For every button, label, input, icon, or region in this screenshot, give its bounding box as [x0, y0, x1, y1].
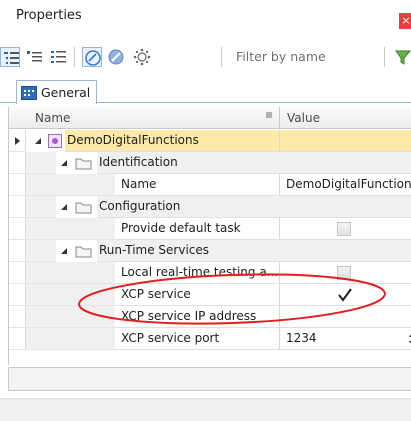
indent	[26, 284, 115, 306]
current-row-icon	[15, 137, 20, 145]
categorized-view-icon	[4, 52, 19, 64]
row-indicator	[9, 306, 26, 328]
tree-row-identification[interactable]: Identification	[9, 152, 411, 174]
property-row-xcp-ip[interactable]: XCP service IP address	[9, 306, 411, 328]
root-label: DemoDigitalFunctions	[65, 130, 280, 152]
group-label: Identification	[97, 152, 411, 174]
folder-icon	[75, 202, 92, 214]
group-label: Configuration	[97, 196, 411, 218]
tree-row-runtime-services[interactable]: Run-Time Services	[9, 240, 411, 262]
filter-input[interactable]: Filter by name	[228, 45, 378, 69]
default-task-checkbox[interactable]	[337, 222, 351, 236]
indent	[26, 306, 115, 328]
tab-label: General	[41, 85, 91, 100]
show-properties-icon	[85, 50, 101, 66]
root-value	[280, 130, 411, 152]
indent	[26, 328, 115, 350]
properties-toolbar: Filter by name	[0, 35, 411, 77]
value-column-header[interactable]: Value	[287, 111, 320, 125]
column-splitter[interactable]	[279, 107, 280, 129]
row-indicator	[9, 196, 26, 218]
collapse-arrow-icon[interactable]	[60, 247, 68, 255]
show-all-button[interactable]	[132, 47, 152, 67]
row-indicator	[9, 152, 26, 174]
name-value-field[interactable]: DemoDigitalFunctions	[280, 174, 411, 196]
property-row-name[interactable]: Name DemoDigitalFunctions	[9, 174, 411, 196]
window-title: Properties	[16, 8, 82, 23]
row-indicator	[9, 284, 26, 306]
tree-row-configuration[interactable]: Configuration	[9, 196, 411, 218]
row-indicator	[9, 130, 26, 152]
show-properties-button[interactable]	[82, 47, 102, 67]
row-indicator	[9, 240, 26, 262]
indent	[26, 240, 56, 262]
property-label: Local real-time testing a...	[115, 262, 280, 284]
filter-button[interactable]	[393, 47, 411, 67]
row-indicator	[9, 262, 26, 284]
property-row-xcp-service[interactable]: XCP service	[9, 284, 411, 306]
indent	[26, 152, 56, 174]
toolbar-separator	[384, 47, 385, 67]
status-bar	[0, 398, 411, 421]
collapse-arrow-icon[interactable]	[60, 159, 68, 167]
list-view-button[interactable]	[48, 47, 68, 67]
xcp-ip-value-field[interactable]	[280, 306, 411, 328]
row-indicator	[9, 328, 26, 350]
collapse-arrow-icon[interactable]	[60, 203, 68, 211]
folder-icon	[75, 158, 92, 170]
property-label: XCP service IP address	[115, 306, 280, 328]
local-rt-checkbox[interactable]	[337, 266, 351, 280]
show-events-icon	[108, 49, 124, 65]
description-panel	[8, 367, 411, 391]
categorized-view-button[interactable]	[0, 47, 20, 67]
properties-titlebar: Properties ×	[0, 0, 411, 35]
tab-strip: General	[0, 77, 411, 104]
folder-icon	[75, 246, 92, 258]
component-icon	[48, 134, 62, 148]
indent	[26, 262, 115, 284]
property-row-local-rt[interactable]: Local real-time testing a...	[9, 262, 411, 284]
filter-icon	[395, 50, 411, 65]
property-label: Name	[115, 174, 280, 196]
row-indicator	[9, 174, 26, 196]
indent	[26, 196, 56, 218]
xcp-port-value: 1234	[286, 331, 317, 345]
collapse-all-button[interactable]	[24, 47, 44, 67]
indent	[26, 174, 115, 196]
indent	[26, 218, 115, 240]
property-label: XCP service port	[115, 328, 280, 350]
show-all-icon	[133, 48, 151, 66]
name-column-header[interactable]: Name	[35, 111, 70, 125]
xcp-service-checkbox[interactable]	[336, 286, 354, 304]
property-label: XCP service	[115, 284, 280, 306]
xcp-port-value-field[interactable]: 1234	[280, 328, 411, 350]
collapse-arrow-icon[interactable]	[34, 137, 42, 145]
tab-general[interactable]: General	[16, 80, 98, 104]
checkmark-icon	[338, 288, 352, 302]
tree-row-root[interactable]: DemoDigitalFunctions	[9, 130, 411, 152]
group-label: Run-Time Services	[97, 240, 411, 262]
general-tab-icon	[21, 85, 37, 100]
property-grid: Name Value DemoDigitalFunctions Identifi…	[8, 107, 411, 365]
xcp-service-value	[280, 284, 411, 306]
property-label: Provide default task	[115, 218, 280, 240]
show-events-button[interactable]	[106, 47, 126, 67]
toolbar-separator	[74, 47, 75, 67]
property-row-xcp-port[interactable]: XCP service port 1234	[9, 328, 411, 350]
close-button[interactable]: ×	[399, 13, 411, 29]
toolbar-separator	[221, 47, 222, 67]
local-rt-value	[280, 262, 411, 284]
collapse-all-icon	[27, 51, 42, 62]
row-indicator	[9, 218, 26, 240]
default-task-value	[280, 218, 411, 240]
property-row-default-task[interactable]: Provide default task	[9, 218, 411, 240]
list-view-icon	[51, 51, 66, 63]
sort-grip-icon	[266, 112, 272, 118]
grid-header: Name Value	[9, 107, 411, 129]
